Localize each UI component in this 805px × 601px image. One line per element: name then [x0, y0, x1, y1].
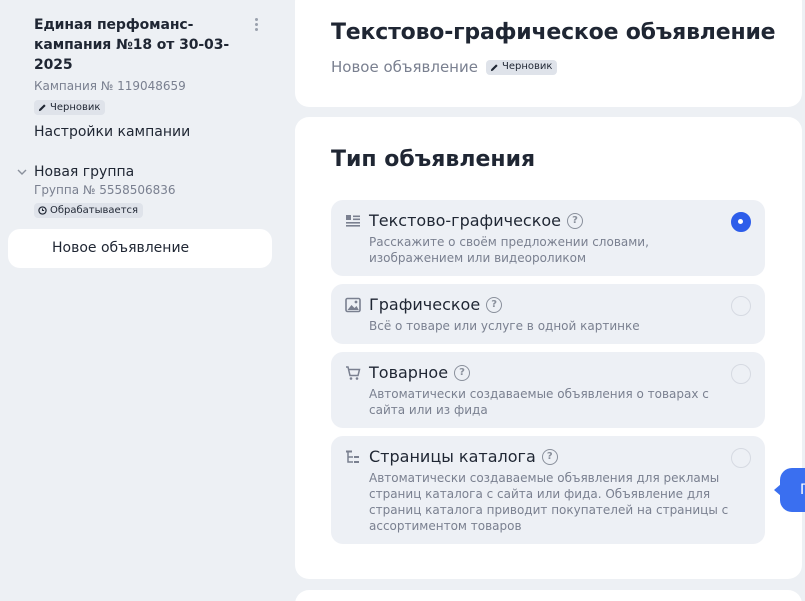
help-icon[interactable]: ? — [541, 448, 558, 465]
radio-unselected[interactable] — [731, 448, 751, 468]
group-info: Новая группа Группа № 5558506836 Обрабат… — [16, 163, 266, 219]
help-icon[interactable]: ? — [486, 296, 503, 313]
campaign-info: Единая перфоманс-кампания №18 от 30-03-2… — [34, 15, 254, 116]
option-header: Текстово-графическое ? — [369, 211, 584, 230]
sidebar: Единая перфоманс-кампания №18 от 30-03-2… — [0, 0, 282, 601]
group-title[interactable]: Новая группа — [34, 163, 266, 181]
page-subtitle: Новое объявление — [331, 58, 478, 76]
cart-icon — [346, 366, 361, 380]
option-title: Графическое — [369, 295, 481, 314]
radio-selected[interactable] — [731, 212, 751, 232]
option-header: Графическое ? — [369, 295, 503, 314]
status-badge-draft: Черновик — [34, 100, 106, 115]
ad-type-card: Тип объявления Текстово-графическое ? Ра… — [295, 117, 802, 579]
badge-label: Обрабатывается — [50, 204, 139, 216]
page-title: Текстово-графическое объявление — [331, 20, 776, 45]
catalog-tree-icon — [346, 450, 359, 463]
campaign-title[interactable]: Единая перфоманс-кампания №18 от 30-03-2… — [34, 15, 254, 75]
option-description: Автоматически создаваемые объявления о т… — [369, 387, 709, 417]
campaign-number: Кампания № 119048659 — [34, 79, 186, 93]
text-graphic-icon — [346, 215, 360, 227]
option-header: Товарное ? — [369, 363, 471, 382]
ad-type-option-catalog[interactable]: Страницы каталога ? Автоматически создав… — [331, 436, 765, 544]
group-number: Группа № 5558506836 — [34, 183, 176, 197]
next-section-card — [295, 590, 802, 601]
option-description: Расскажите о своём предложении словами, … — [369, 235, 649, 265]
option-title: Текстово-графическое — [369, 211, 562, 230]
ad-header-card: Текстово-графическое объявление Новое об… — [295, 0, 802, 107]
chevron-down-icon[interactable] — [16, 166, 28, 178]
ad-type-option-text-graphic[interactable]: Текстово-графическое ? Расскажите о своё… — [331, 200, 765, 276]
radio-unselected[interactable] — [731, 364, 751, 384]
option-header: Страницы каталога ? — [369, 447, 558, 466]
page-subtitle-row: Новое объявление Черновик — [331, 58, 558, 76]
badge-label: Черновик — [501, 61, 553, 72]
help-icon[interactable]: ? — [567, 212, 584, 229]
radio-unselected[interactable] — [731, 296, 751, 316]
pencil-icon — [38, 104, 46, 112]
sidebar-item-new-ad[interactable]: Новое объявление — [8, 229, 272, 268]
status-badge-draft: Черновик — [485, 59, 558, 75]
option-title: Товарное — [369, 363, 449, 382]
floating-help-button[interactable]: П — [780, 468, 805, 512]
badge-label: Черновик — [50, 101, 101, 113]
option-title: Страницы каталога — [369, 447, 536, 466]
option-description: Автоматически создаваемые объявления для… — [369, 471, 729, 533]
clock-icon — [38, 206, 47, 215]
option-description: Всё о товаре или услуге в одной картинке — [369, 319, 640, 333]
more-menu-icon[interactable] — [248, 16, 264, 34]
sidebar-item-campaign-settings[interactable]: Настройки кампании — [8, 116, 272, 149]
pencil-icon — [490, 63, 498, 71]
status-badge-processing: Обрабатывается — [34, 203, 144, 218]
section-title: Тип объявления — [331, 147, 536, 172]
help-icon[interactable]: ? — [454, 364, 471, 381]
app-root: Единая перфоманс-кампания №18 от 30-03-2… — [0, 0, 805, 601]
ad-type-option-product[interactable]: Товарное ? Автоматически создаваемые объ… — [331, 352, 765, 428]
ad-type-option-graphic[interactable]: Графическое ? Всё о товаре или услуге в … — [331, 284, 765, 344]
image-icon — [345, 297, 361, 313]
